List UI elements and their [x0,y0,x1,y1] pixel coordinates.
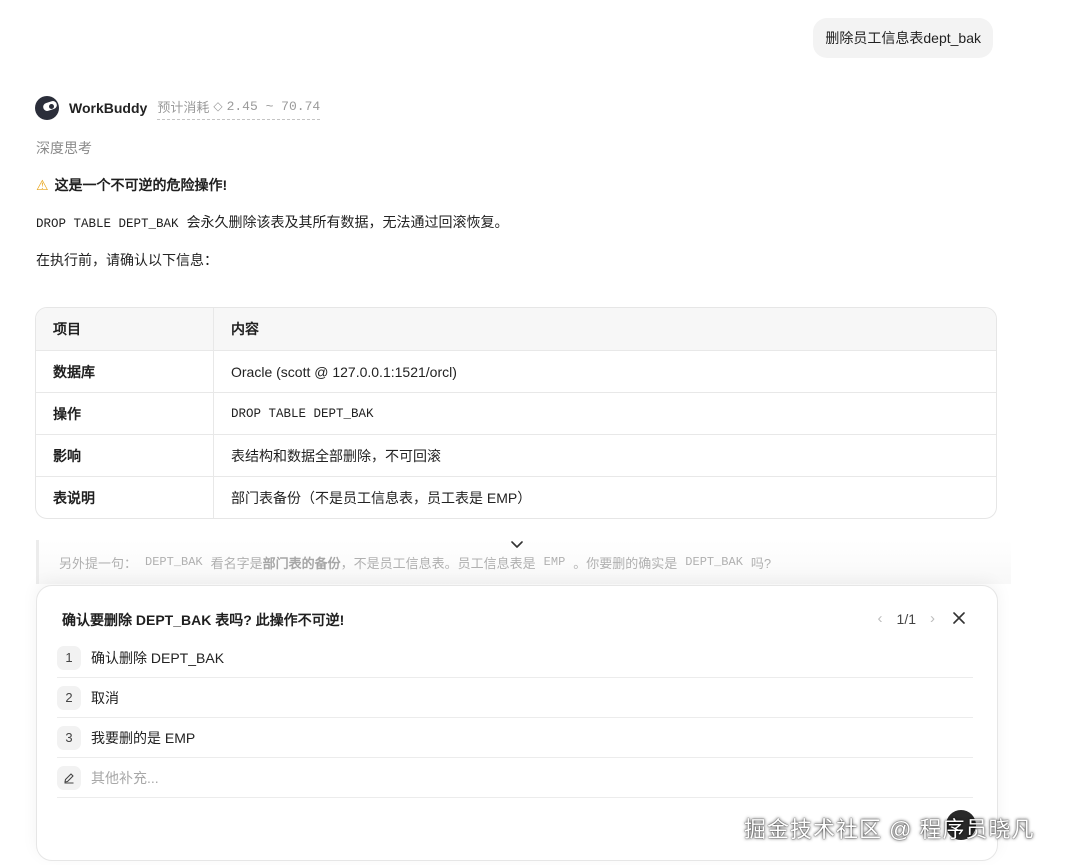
warning-heading: ⚠ 这是一个不可逆的危险操作! [36,175,227,195]
custom-input[interactable] [91,769,491,786]
option-label: 取消 [91,689,119,706]
option-list: 1 确认删除 DEPT_BAK 2 取消 3 我要删的是 EMP [57,638,973,798]
workbuddy-avatar-icon [35,96,59,120]
user-message-bubble: 删除员工信息表dept_bak [813,18,993,58]
table-header-row: 项目 内容 [36,308,996,350]
table-cell-key: 数据库 [36,351,214,392]
option-confirm-delete[interactable]: 1 确认删除 DEPT_BAK [57,638,973,678]
note-text: ，不是员工信息表。员工信息表是 [340,555,536,571]
table-header-value: 内容 [231,321,259,337]
note-code: DEPT_BAK [145,555,203,569]
table-row: 数据库 Oracle (scott @ 127.0.0.1:1521/orcl) [36,350,996,392]
option-label: 我要删的是 EMP [91,729,196,746]
option-number: 1 [57,645,81,670]
table-cell-key: 表说明 [36,477,214,518]
chevron-down-icon[interactable] [506,536,528,554]
option-delete-emp[interactable]: 3 我要删的是 EMP [57,718,973,758]
cost-label: 预计消耗 [157,99,210,115]
table-cell-value: 部门表备份（不是员工信息表，员工表是 EMP） [231,489,532,506]
panel-title: 确认要删除 DEPT_BAK 表吗? 此操作不可逆! [62,612,345,628]
option-label: 确认删除 DEPT_BAK [91,649,225,666]
cost-estimate[interactable]: 预计消耗 ◇ 2.45 ~ 70.74 [157,97,321,120]
note-code: DEPT_BAK [685,555,743,569]
note-text: 看名字是 [210,555,263,571]
option-number: 3 [57,725,81,750]
pencil-icon [57,765,81,790]
chevron-right-icon[interactable]: › [930,610,935,627]
inline-code: DROP TABLE DEPT_BAK [36,217,179,231]
option-custom[interactable] [57,758,973,798]
option-cancel[interactable]: 2 取消 [57,678,973,718]
table-row: 操作 DROP TABLE DEPT_BAK [36,392,996,434]
response-paragraph-2: 在执行前，请确认以下信息： [36,252,218,268]
table-header-key: 项目 [36,308,214,350]
note-code: EMP [543,555,566,569]
assistant-header: WorkBuddy 预计消耗 ◇ 2.45 ~ 70.74 [35,96,321,120]
table-cell-value: 表结构和数据全部删除，不可回滚 [231,447,441,464]
response-paragraph-1: DROP TABLE DEPT_BAK 会永久删除该表及其所有数据，无法通过回滚恢… [36,212,509,232]
table-row: 影响 表结构和数据全部删除，不可回滚 [36,434,996,476]
table-cell-value: Oracle (scott @ 127.0.0.1:1521/orcl) [231,363,457,380]
note-bold: 部门表的备份 [262,555,341,571]
pager: ‹ 1/1 › [878,610,935,627]
watermark: 掘金技术社区 @ 程序员晓凡 [744,817,1035,842]
note-text: 吗? [750,555,772,571]
pager-count: 1/1 [896,610,916,627]
table-cell-key: 影响 [36,435,214,476]
table-cell-value: DROP TABLE DEPT_BAK [231,406,374,421]
option-number: 2 [57,685,81,710]
assistant-name: WorkBuddy [69,100,148,116]
table-cell-key: 操作 [36,393,214,434]
chevron-left-icon[interactable]: ‹ [878,610,883,627]
table-row: 表说明 部门表备份（不是员工信息表，员工表是 EMP） [36,476,996,518]
warning-title: 这是一个不可逆的危险操作! [54,177,228,193]
cost-range: 2.45 ~ 70.74 [226,98,321,114]
diamond-icon: ◇ [213,99,223,113]
info-table: 项目 内容 数据库 Oracle (scott @ 127.0.0.1:1521… [35,307,997,519]
warning-icon: ⚠ [36,176,49,193]
note-text: 另外提一句： [59,555,138,571]
deep-thinking-toggle[interactable]: 深度思考 [36,138,92,158]
paragraph-text: 会永久删除该表及其所有数据，无法通过回滚恢复。 [186,214,509,230]
note-text: 。你要删的确实是 [573,555,678,571]
close-icon[interactable] [949,606,969,630]
user-message-text: 删除员工信息表dept_bak [825,30,981,46]
